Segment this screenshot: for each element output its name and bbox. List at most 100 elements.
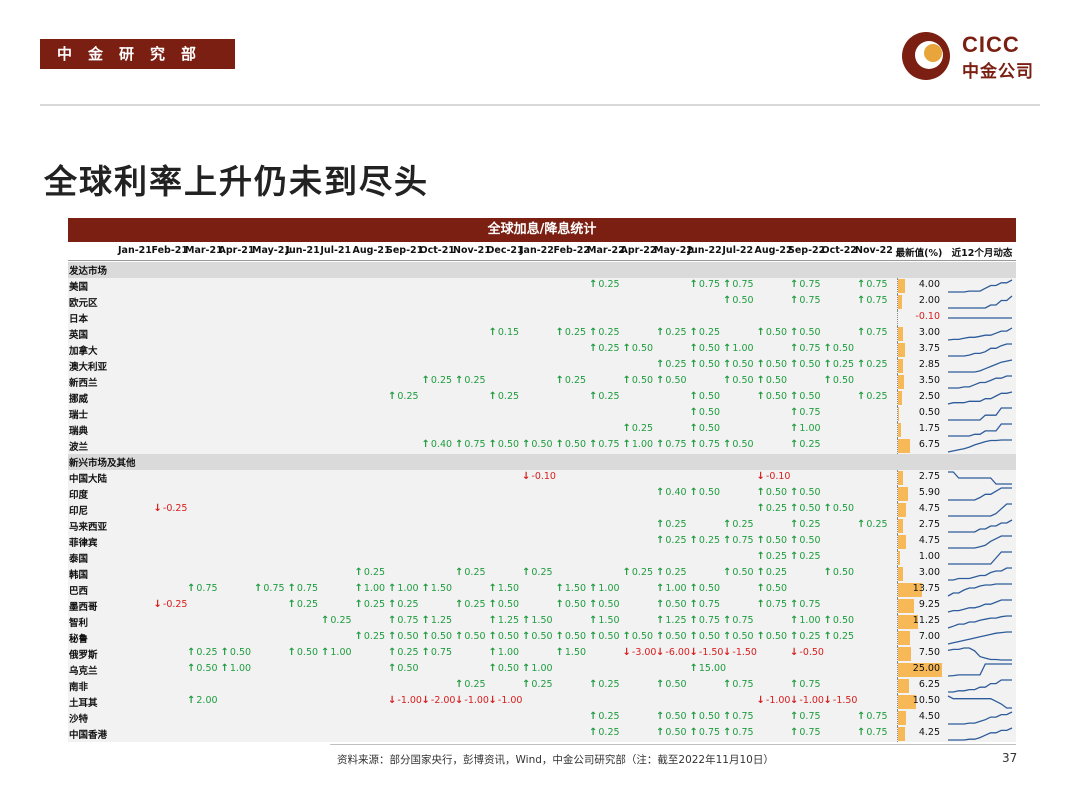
arrow-down-icon: ↓ (723, 647, 732, 658)
country-label: 欧元区 (69, 298, 98, 309)
arrow-up-icon: ↑ (522, 679, 531, 690)
change-value: 0.50 (564, 439, 587, 450)
section-header-row: 新兴市场及其他 (68, 454, 1016, 470)
change-value: -1.00 (799, 695, 824, 706)
sparkline-path (948, 279, 1013, 293)
rate-cut-cell: ↓-0.25 (154, 599, 188, 610)
rate-hike-cell: ↑0.50 (824, 375, 855, 386)
arrow-up-icon: ↑ (522, 567, 531, 578)
sparkline-path (948, 551, 1012, 565)
arrow-up-icon: ↑ (354, 599, 363, 610)
rate-cut-cell: ↓-1.00 (790, 695, 824, 706)
sparkline-path (947, 583, 1012, 597)
rate-hike-cell: ↑0.50 (790, 327, 821, 338)
rate-hike-cell: ↑1.50 (489, 583, 520, 594)
arrow-up-icon: ↑ (689, 583, 698, 594)
change-value: 0.50 (732, 295, 754, 306)
arrow-up-icon: ↑ (555, 583, 564, 594)
rate-hike-cell: ↑0.25 (790, 631, 821, 642)
arrow-up-icon: ↑ (756, 503, 765, 514)
arrow-up-icon: ↑ (522, 631, 531, 642)
rate-hike-cell: ↑15.00 (690, 663, 727, 674)
arrow-up-icon: ↑ (388, 599, 397, 610)
change-value: 0.25 (430, 375, 453, 386)
rate-hike-cell: ↑0.25 (690, 535, 721, 546)
arrow-up-icon: ↑ (622, 423, 631, 434)
arrow-up-icon: ↑ (187, 695, 196, 706)
rate-hike-cell: ↑0.25 (355, 567, 386, 578)
arrow-up-icon: ↑ (555, 375, 564, 386)
rate-cut-cell: ↓-0.50 (790, 647, 824, 658)
arrow-up-icon: ↑ (756, 599, 765, 610)
rate-hike-cell: ↑0.50 (589, 631, 620, 642)
rate-hike-cell: ↑0.75 (723, 679, 754, 690)
latest-value: 2.85 (918, 359, 940, 370)
rate-hike-cell: ↑0.75 (857, 327, 888, 338)
slide-title: 全球利率上升仍未到尽头 (44, 162, 429, 201)
rate-hike-cell: ↑0.50 (757, 535, 788, 546)
rate-hike-cell: ↑0.75 (857, 727, 888, 738)
arrow-up-icon: ↑ (656, 487, 665, 498)
arrow-up-icon: ↑ (656, 727, 665, 738)
arrow-up-icon: ↑ (421, 615, 430, 626)
rate-hike-cell: ↑0.25 (790, 551, 821, 562)
rate-hike-cell: ↑1.00 (790, 423, 821, 434)
rate-cut-cell: ↓-0.25 (154, 503, 188, 514)
arrow-up-icon: ↑ (589, 279, 598, 290)
change-value: 0.25 (397, 391, 419, 402)
month-header: Jun-22 (687, 245, 722, 256)
rate-hike-cell: ↑0.25 (455, 375, 486, 386)
sparkline-path (948, 727, 1013, 741)
country-label: 瑞典 (69, 426, 89, 437)
change-value: 0.25 (598, 679, 620, 690)
change-value: -0.25 (162, 503, 188, 514)
rate-hike-cell: ↑0.50 (723, 359, 754, 370)
rate-hike-cell: ↑0.50 (790, 535, 821, 546)
rate-hike-cell: ↑0.50 (824, 567, 855, 578)
arrow-up-icon: ↑ (790, 487, 799, 498)
sparkline-path (947, 695, 1012, 709)
table-row: 马来西亚 ↑0.25 ↑0.25 ↑0.25 ↑0.25 2.75 (68, 518, 1016, 534)
rate-hike-cell: ↑0.50 (288, 647, 319, 658)
change-value: 0.50 (765, 327, 788, 338)
rate-hike-cell: ↑0.75 (723, 727, 754, 738)
source-note: 资料来源：部分国家央行，彭博资讯，Wind，中金公司研究部（注：截至2022年1… (337, 754, 774, 766)
section-label: 发达市场 (69, 266, 108, 277)
change-value: 0.75 (866, 327, 888, 338)
rate-hike-cell: ↑0.50 (422, 631, 453, 642)
change-value: 0.40 (430, 439, 453, 450)
rate-hike-cell: ↑0.25 (455, 679, 486, 690)
month-header: Sep-22 (788, 245, 826, 256)
arrow-up-icon: ↑ (723, 375, 732, 386)
rate-hike-cell: ↑0.50 (757, 583, 788, 594)
change-value: 0.25 (832, 631, 855, 642)
rate-hike-cell: ↑0.50 (757, 375, 788, 386)
change-value: 0.75 (397, 615, 419, 626)
table-row: 印度 ↑0.40 ↑0.50 ↑0.50 ↑0.50 5.90 (68, 486, 1016, 502)
arrow-up-icon: ↑ (589, 679, 598, 690)
change-value: 0.25 (866, 519, 888, 530)
arrow-up-icon: ↑ (756, 567, 765, 578)
arrow-up-icon: ↑ (823, 503, 832, 514)
month-header: Feb-21 (151, 245, 189, 256)
trend-sparkline (948, 407, 1012, 421)
trend-sparkline (947, 663, 1012, 677)
latest-value: 6.25 (918, 679, 940, 690)
table-row: 南非 ↑0.25 ↑0.25 ↑0.25 ↑0.50 ↑0.75 ↑0.75 6.25 (68, 678, 1016, 694)
rate-hike-cell: ↑0.25 (757, 551, 788, 562)
arrow-up-icon: ↑ (488, 647, 497, 658)
change-value: 0.75 (698, 599, 721, 610)
change-value: 0.25 (564, 375, 587, 386)
country-label: 马来西亚 (69, 522, 108, 533)
rate-hike-cell: ↑0.50 (656, 711, 687, 722)
change-value: 0.75 (698, 727, 721, 738)
change-value: 0.25 (598, 727, 620, 738)
arrow-up-icon: ↑ (589, 343, 598, 354)
change-value: 1.50 (564, 583, 587, 594)
latest-value: 4.25 (918, 727, 940, 738)
rate-cut-cell: ↓-1.00 (489, 695, 523, 706)
arrow-up-icon: ↑ (522, 615, 531, 626)
cicc-logo: CICC 中金公司 (900, 30, 1045, 82)
country-label: 乌克兰 (69, 666, 98, 677)
table-row: 智利 ↑0.25 ↑0.75 ↑1.25 ↑1.25 ↑1.50 ↑1.50 ↑1.25 ↑0.… (68, 614, 1016, 630)
